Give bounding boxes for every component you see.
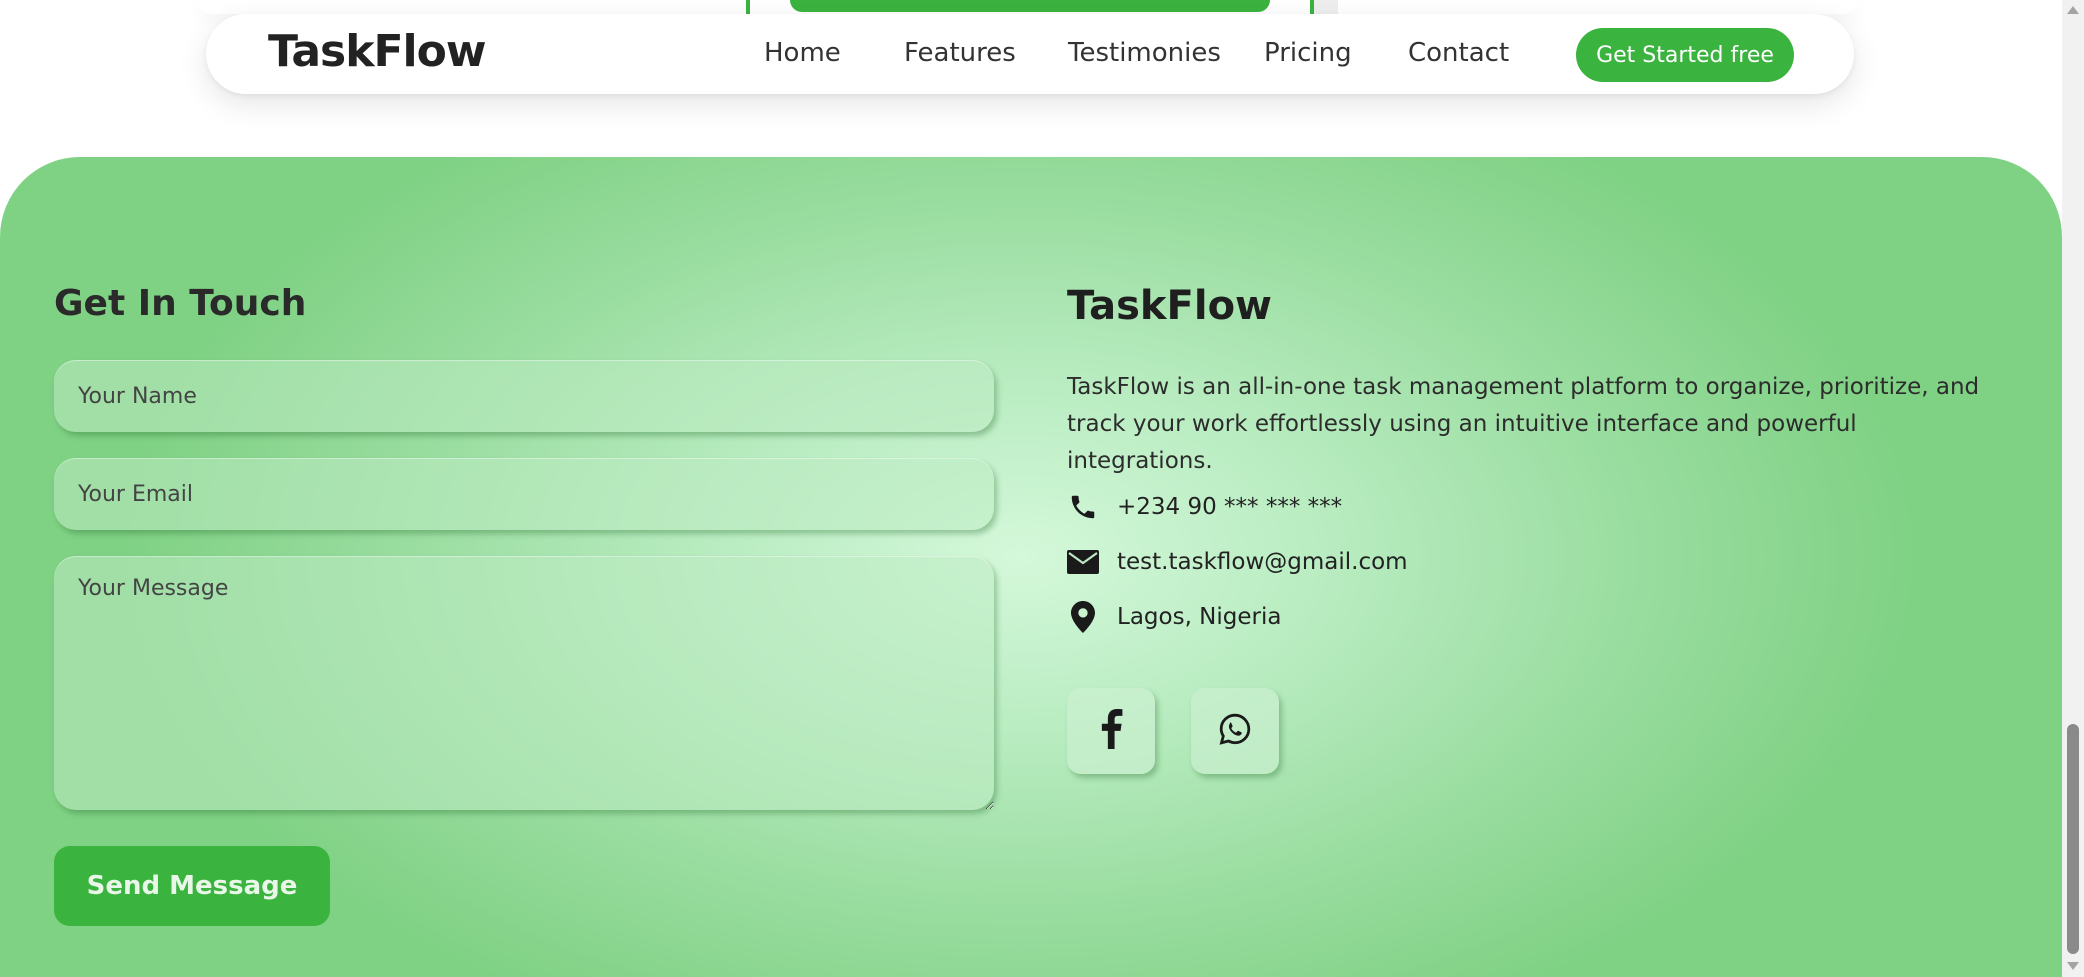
nav-link-pricing[interactable]: Pricing xyxy=(1264,38,1352,68)
scroll-up-arrow-icon[interactable] xyxy=(2067,6,2079,14)
location-row: Lagos, Nigeria xyxy=(1067,601,1281,633)
nav-link-testimonies[interactable]: Testimonies xyxy=(1068,38,1221,68)
facebook-icon xyxy=(1098,709,1124,753)
scroll-down-arrow-icon[interactable] xyxy=(2067,962,2079,970)
info-description: TaskFlow is an all-in-one task managemen… xyxy=(1067,374,1980,474)
previous-section-button-edge xyxy=(790,0,1270,12)
email-link[interactable]: test.taskflow@gmail.com xyxy=(1117,549,1408,575)
whatsapp-icon xyxy=(1218,712,1252,750)
message-textarea[interactable] xyxy=(54,556,994,810)
email-input[interactable] xyxy=(54,458,994,530)
nav-link-features[interactable]: Features xyxy=(904,38,1016,68)
email-row: test.taskflow@gmail.com xyxy=(1067,546,1408,578)
page: TaskFlow Home Features Testimonies Prici… xyxy=(0,0,2084,977)
get-started-button[interactable]: Get Started free xyxy=(1576,28,1794,82)
contact-section: Get In Touch Send Message TaskFlow TaskF… xyxy=(0,157,2062,977)
location-pin-icon xyxy=(1067,601,1099,633)
phone-icon xyxy=(1067,491,1099,523)
contact-form-title: Get In Touch xyxy=(54,283,307,324)
send-message-button[interactable]: Send Message xyxy=(54,846,330,926)
envelope-icon xyxy=(1067,546,1099,578)
phone-text: +234 90 *** *** *** xyxy=(1117,494,1343,520)
whatsapp-button[interactable] xyxy=(1191,688,1279,774)
scrollbar-thumb[interactable] xyxy=(2067,724,2079,954)
phone-row: +234 90 *** *** *** xyxy=(1067,491,1342,523)
previous-section-divider xyxy=(1314,0,1338,14)
navbar: TaskFlow Home Features Testimonies Prici… xyxy=(206,14,1854,94)
nav-link-contact[interactable]: Contact xyxy=(1408,38,1509,68)
logo[interactable]: TaskFlow xyxy=(268,26,486,77)
name-input[interactable] xyxy=(54,360,994,432)
nav-link-home[interactable]: Home xyxy=(764,38,841,68)
scrollbar[interactable] xyxy=(2062,0,2084,977)
info-title: TaskFlow xyxy=(1067,283,1272,329)
location-text: Lagos, Nigeria xyxy=(1117,604,1282,630)
facebook-button[interactable] xyxy=(1067,688,1155,774)
